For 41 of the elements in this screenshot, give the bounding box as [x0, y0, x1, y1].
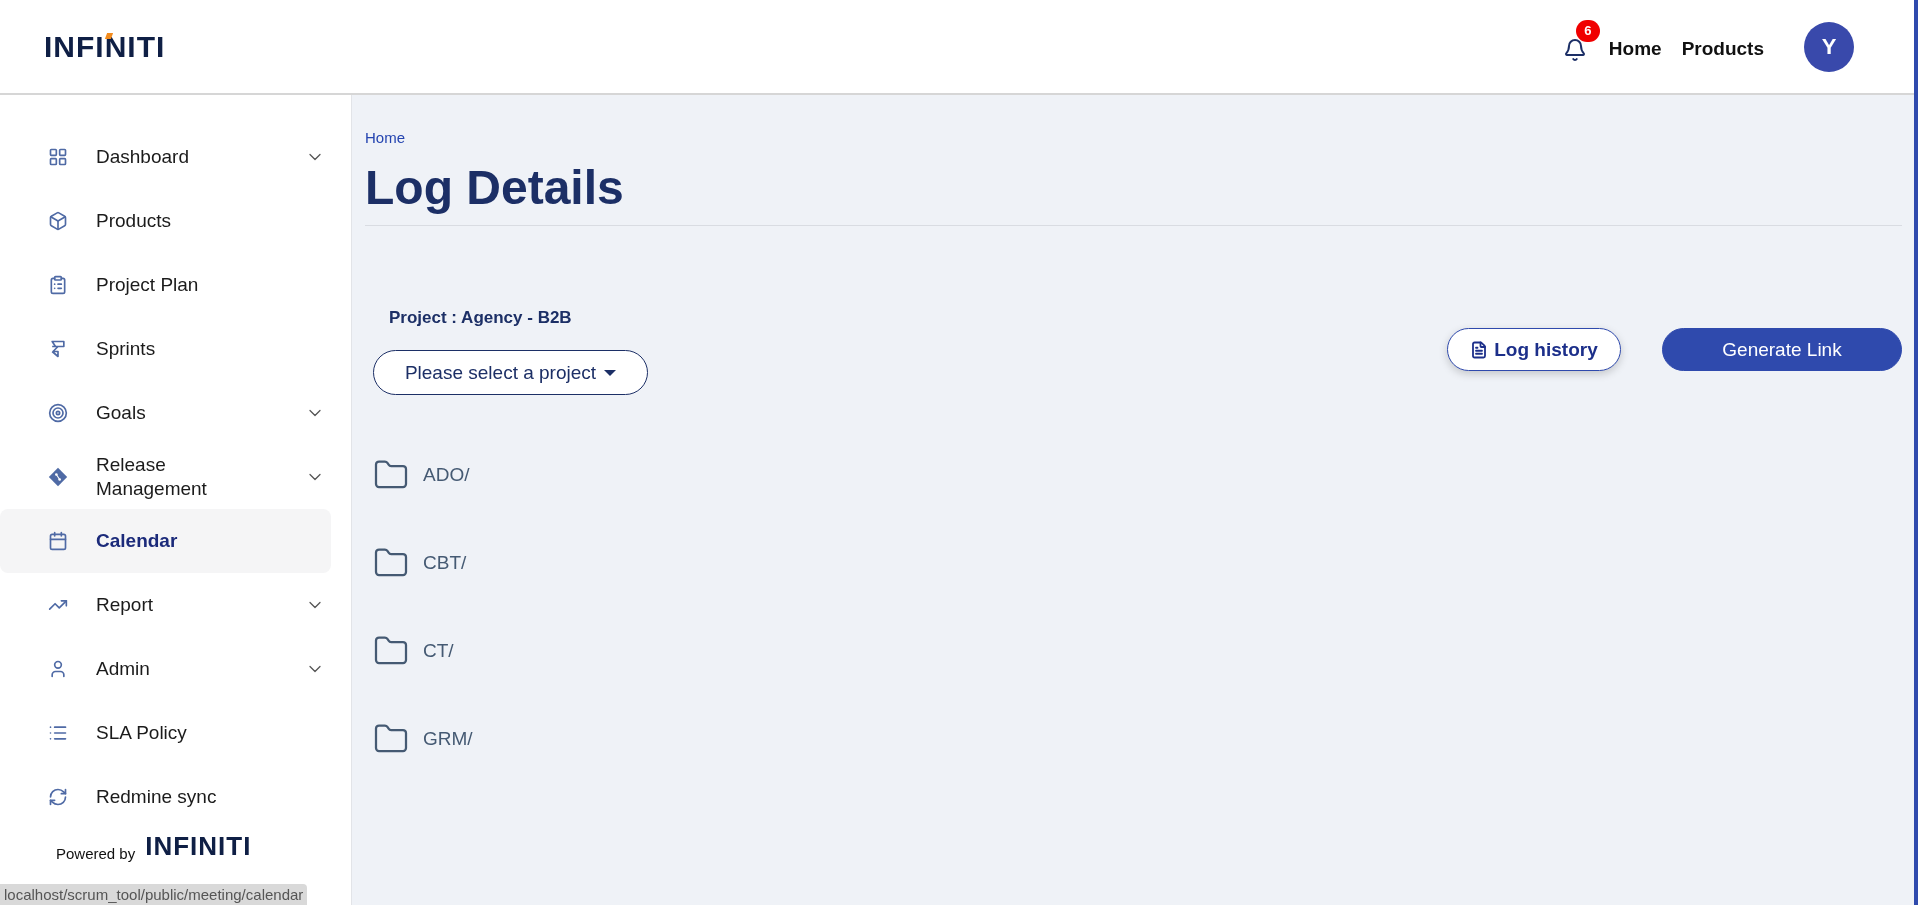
nav-link[interactable]: Products	[1681, 37, 1764, 60]
folder-name[interactable]: GRM/	[423, 728, 473, 750]
folder-name[interactable]: ADO/	[423, 464, 470, 486]
sidebar-item[interactable]: Goals	[0, 381, 331, 445]
powered-by-text: Powered by	[56, 845, 136, 862]
sync-icon	[48, 787, 68, 807]
target-icon	[48, 403, 68, 423]
grid-icon	[48, 147, 68, 167]
box-icon	[48, 211, 68, 231]
project-select[interactable]: Please select a project	[373, 350, 648, 395]
project-label: Project : Agency - B2B	[389, 308, 573, 328]
user-icon	[48, 659, 68, 679]
sidebar-item[interactable]: Products	[0, 189, 331, 253]
sidebar-item[interactable]: SLA Policy	[0, 701, 331, 765]
flag-icon	[48, 339, 68, 359]
calendar-icon	[48, 531, 68, 551]
diamond-icon	[48, 467, 68, 487]
sidebar-item[interactable]: Redmine sync	[0, 765, 331, 829]
sidebar-item[interactable]: Project Plan	[0, 253, 331, 317]
sidebar-item[interactable]: Report	[0, 573, 331, 637]
logo: INFINITI	[145, 831, 252, 862]
breadcrumb-link[interactable]: Home	[365, 129, 405, 146]
status-url: localhost/scrum_tool/public/meeting/calendar	[0, 884, 308, 905]
bell-icon[interactable]	[1562, 37, 1587, 62]
log-history-button[interactable]: Log history	[1447, 328, 1621, 371]
sidebar-item[interactable]: Calendar	[0, 509, 331, 573]
notification-badge: 6	[1575, 19, 1600, 42]
sidebar-item[interactable]: Release Management	[0, 445, 331, 509]
logo: INFINITI	[44, 29, 166, 64]
clipboard-icon	[48, 275, 68, 295]
sidebar-item[interactable]: Admin	[0, 637, 331, 701]
list-icon	[48, 723, 68, 743]
document-icon	[1470, 340, 1489, 359]
folder-name[interactable]: CBT/	[423, 552, 467, 574]
nav-link[interactable]: Home	[1608, 37, 1662, 60]
avatar[interactable]: Y	[1804, 21, 1854, 72]
sidebar-item[interactable]: Dashboard	[0, 125, 331, 189]
folder-name[interactable]: CT/	[423, 640, 454, 662]
sidebar-item[interactable]: Sprints	[0, 317, 331, 381]
generate-link-button[interactable]: Generate Link	[1662, 328, 1902, 371]
page-title: Log Details	[365, 160, 1902, 226]
